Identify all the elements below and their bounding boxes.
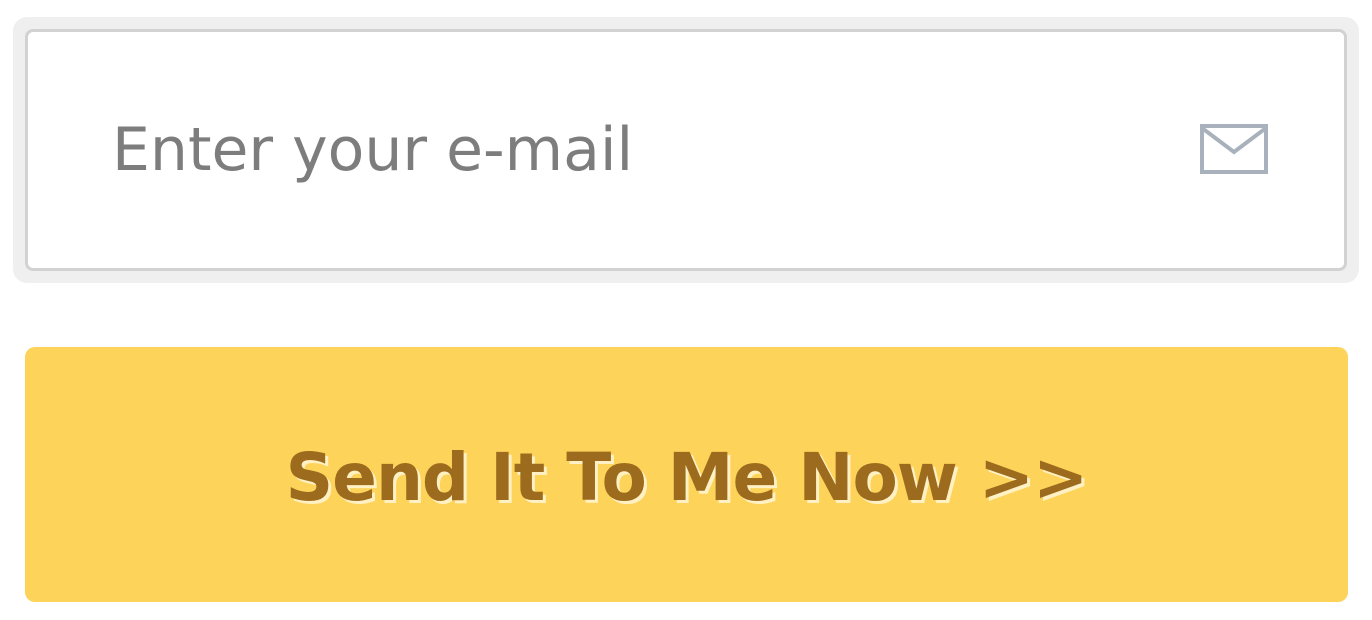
- send-button[interactable]: Send It To Me Now >>: [25, 347, 1348, 602]
- email-field[interactable]: [25, 29, 1347, 271]
- email-input[interactable]: [112, 95, 1162, 205]
- send-button-label: Send It To Me Now >>: [285, 439, 1089, 516]
- envelope-icon: [1200, 124, 1268, 174]
- email-field-wrapper: [13, 17, 1359, 283]
